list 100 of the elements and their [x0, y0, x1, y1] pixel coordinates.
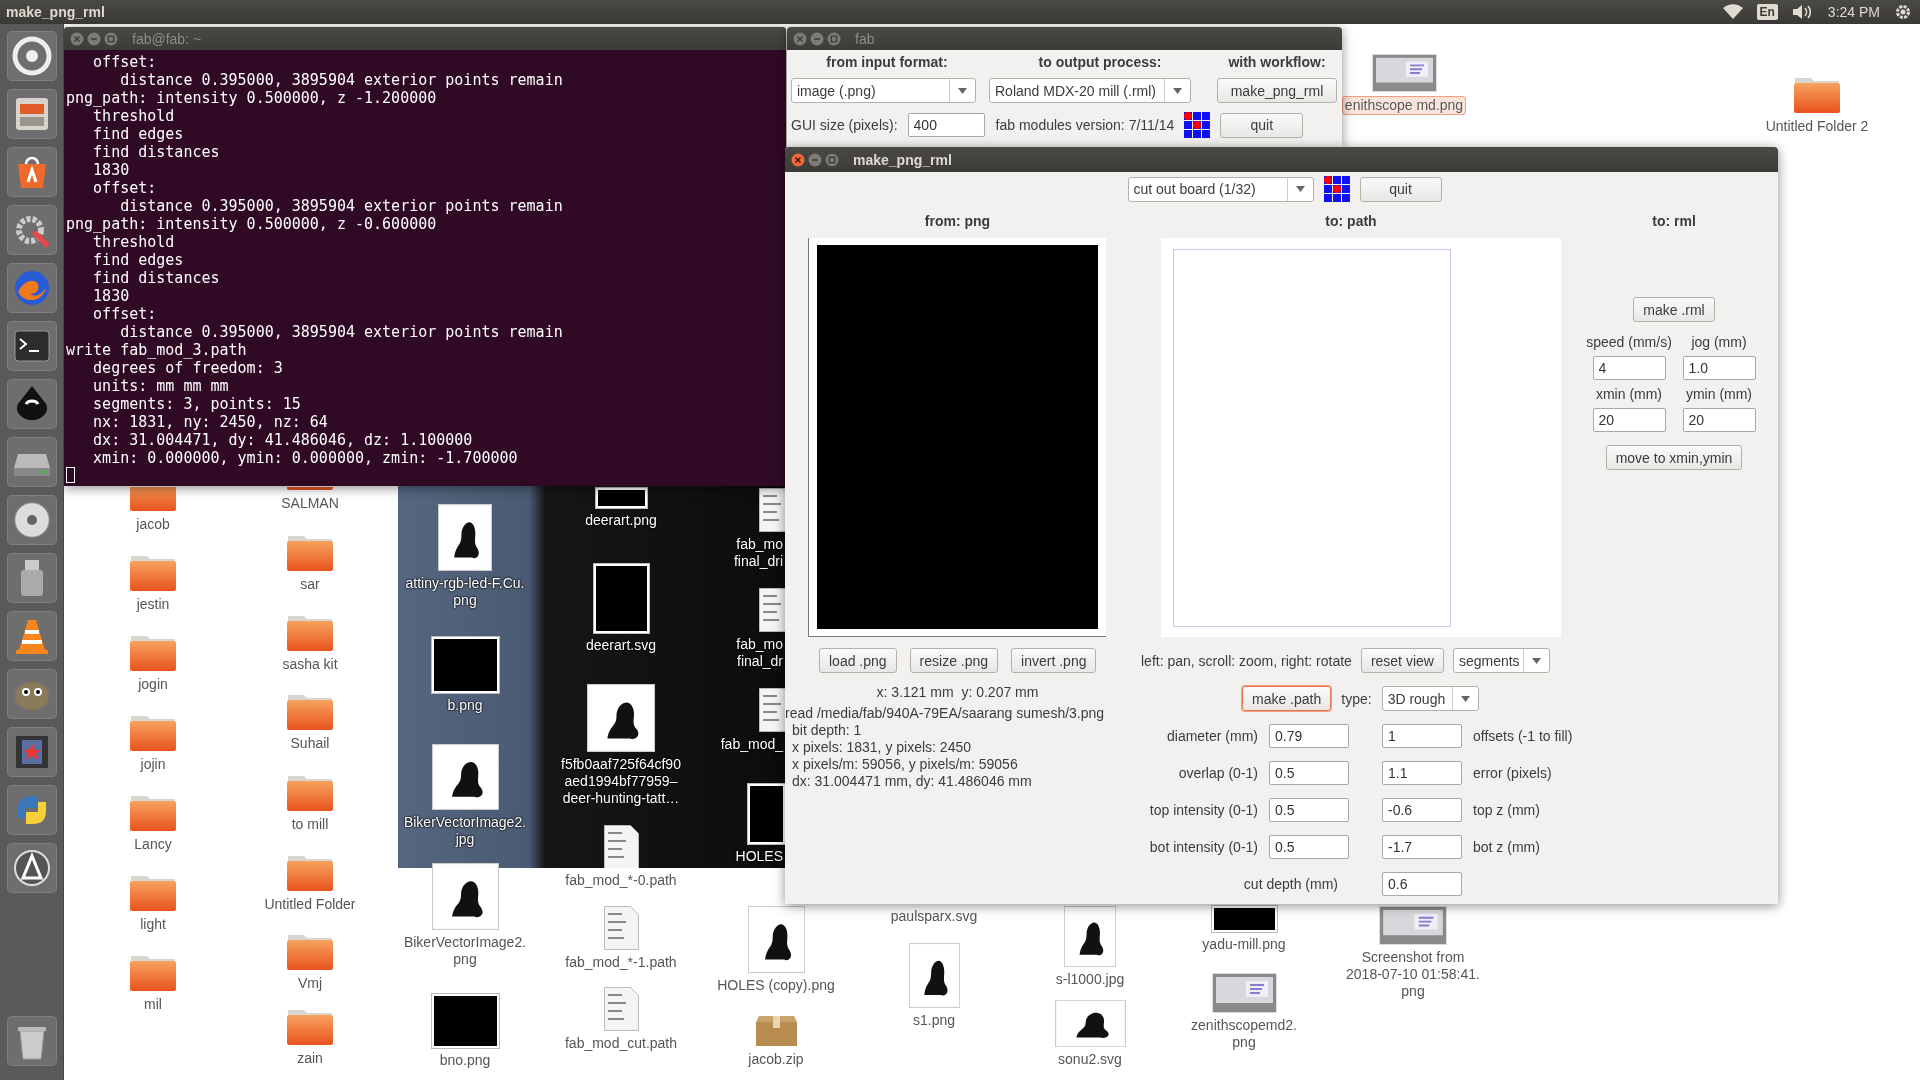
- window-title: fab@fab: ~: [132, 30, 202, 47]
- input-field[interactable]: 4: [1592, 356, 1666, 380]
- column-heading: to: rml: [1651, 212, 1697, 231]
- caret-icon: [1173, 87, 1182, 94]
- input-field[interactable]: 0.5: [1269, 798, 1349, 822]
- workflow-button[interactable]: make_png_rml: [1217, 78, 1337, 103]
- image-thumbnail[interactable]: [908, 943, 960, 1008]
- volume-icon[interactable]: [1791, 4, 1814, 20]
- png-action-button[interactable]: invert .png: [1011, 648, 1097, 673]
- png-preview[interactable]: [808, 238, 1106, 637]
- image-thumbnail[interactable]: [431, 744, 499, 810]
- close-button[interactable]: [793, 31, 807, 46]
- screenshot-thumbnail[interactable]: [1211, 973, 1277, 1013]
- input-field[interactable]: 20: [1682, 408, 1756, 432]
- input-field[interactable]: 20: [1592, 408, 1666, 432]
- image-thumbnail[interactable]: [438, 504, 492, 571]
- image-thumbnail[interactable]: [1064, 906, 1116, 967]
- file-label: Untitled Folder 2: [1764, 118, 1870, 135]
- file-label: s-l1000.jpg: [1054, 971, 1126, 988]
- file-label: Untitled Folder: [263, 896, 357, 913]
- output-process-dropdown[interactable]: Roland MDX-20 mill (.rml): [989, 78, 1191, 103]
- terminal-line: png_path: intensity 0.500000, z -1.200000: [66, 89, 438, 107]
- file-label: HOLES (copy).png: [716, 977, 836, 994]
- file-label: jacob: [135, 516, 171, 533]
- image-thumbnail[interactable]: [431, 863, 499, 930]
- gui-size-field[interactable]: 400: [907, 113, 985, 137]
- info-line: read /media/fab/940A-79EA/saarang sumesh/3.png: [785, 705, 1106, 722]
- info-line: x pixels: 1831, y pixels: 2450: [791, 739, 972, 756]
- wifi-icon[interactable]: [1722, 4, 1743, 20]
- file-label: HOLES: [734, 848, 784, 865]
- close-button[interactable]: [70, 31, 84, 46]
- terminal-line: offset:: [92, 305, 158, 323]
- file-label: zenithscopemd2. png: [1190, 1017, 1298, 1051]
- image-thumbnail[interactable]: [747, 906, 805, 973]
- minimize-button[interactable]: [808, 152, 822, 167]
- file-label: zain: [296, 1050, 324, 1067]
- move-button[interactable]: move to xmin,ymin: [1605, 445, 1743, 470]
- quit-button[interactable]: quit: [1359, 176, 1442, 202]
- terminal-line: dx: 31.004471, dy: 41.486046, dz: 1.100000: [92, 431, 474, 449]
- display-mode-dropdown[interactable]: segments: [1452, 648, 1550, 673]
- field-label: bot z (mm): [1473, 839, 1541, 855]
- png-action-button[interactable]: resize .png: [909, 648, 999, 673]
- keyboard-layout[interactable]: En: [1756, 4, 1778, 20]
- window-title: make_png_rml: [853, 151, 952, 168]
- terminal-line: 1830: [92, 287, 131, 305]
- screenshot-thumbnail[interactable]: [1379, 906, 1447, 945]
- input-field[interactable]: 0.79: [1269, 724, 1349, 748]
- input-field[interactable]: 1.1: [1382, 761, 1462, 785]
- terminal-line: offset:: [92, 179, 158, 197]
- terminal-line: distance 0.395000, 3895904 exterior points remain: [119, 197, 564, 215]
- input-field[interactable]: -1.7: [1382, 835, 1462, 859]
- input-field[interactable]: -0.6: [1382, 798, 1462, 822]
- minimize-button[interactable]: [87, 31, 101, 46]
- maximize-button[interactable]: [825, 152, 839, 167]
- caret-icon: [1295, 186, 1305, 192]
- process-dropdown[interactable]: cut out board (1/32): [1127, 176, 1314, 202]
- file-label: bno.png: [438, 1052, 492, 1069]
- terminal-line: degrees of freedom: 3: [92, 359, 284, 377]
- make-path-button[interactable]: make .path: [1242, 686, 1332, 711]
- make-rml-button[interactable]: make .rml: [1633, 297, 1715, 322]
- input-field[interactable]: 1.0: [1682, 356, 1756, 380]
- terminal-line: find edges: [92, 125, 185, 143]
- folder-icon[interactable]: [129, 487, 177, 512]
- maximize-button[interactable]: [104, 31, 118, 46]
- image-thumbnail[interactable]: [587, 684, 655, 752]
- input-field[interactable]: 0.6: [1382, 872, 1462, 896]
- quit-button[interactable]: quit: [1220, 112, 1304, 138]
- text-file-icon[interactable]: [603, 825, 639, 868]
- screenshot-thumbnail[interactable]: [1371, 54, 1437, 92]
- folder-icon[interactable]: [286, 487, 334, 491]
- input-format-dropdown[interactable]: image (.png): [791, 78, 976, 103]
- minimize-button[interactable]: [810, 31, 824, 46]
- view-hint: left: pan, scroll: zoom, right: rotate: [1141, 652, 1352, 669]
- file-label: fab_mod_cut.path: [563, 1035, 679, 1052]
- field-label: overlap (0-1): [1177, 765, 1258, 781]
- input-field[interactable]: 1: [1382, 724, 1462, 748]
- file-label: mil: [143, 996, 163, 1013]
- file-label: attiny-rgb-led-F.Cu. png: [404, 575, 526, 609]
- settings-icon[interactable]: [1894, 3, 1912, 21]
- file-label: BikerVectorImage2. png: [402, 934, 528, 968]
- file-label: fab_mo final_dri: [732, 536, 784, 570]
- file-label: sar: [299, 576, 321, 593]
- caret-icon: [1531, 657, 1541, 664]
- image-thumbnail[interactable]: [1054, 1000, 1126, 1047]
- png-action-button[interactable]: load .png: [819, 648, 897, 673]
- file-label: fab_mod_: [719, 736, 785, 753]
- terminal-line: units: mm mm mm: [92, 377, 230, 395]
- file-label: SALMAN: [280, 495, 340, 512]
- clock[interactable]: 3:24 PM: [1827, 4, 1880, 20]
- field-label: jog (mm): [1691, 334, 1747, 350]
- info-line: x pixels/m: 59056, y pixels/m: 59056: [791, 756, 1019, 773]
- path-type-dropdown[interactable]: 3D rough: [1381, 686, 1479, 711]
- input-field[interactable]: 0.5: [1269, 835, 1349, 859]
- field-label: bot intensity (0-1): [1148, 839, 1258, 855]
- close-button[interactable]: [791, 152, 805, 167]
- file-label: sonu2.svg: [1057, 1051, 1123, 1068]
- reset-view-button[interactable]: reset view: [1360, 648, 1444, 673]
- input-field[interactable]: 0.5: [1269, 761, 1349, 785]
- maximize-button[interactable]: [827, 31, 841, 46]
- file-label: light: [139, 916, 167, 933]
